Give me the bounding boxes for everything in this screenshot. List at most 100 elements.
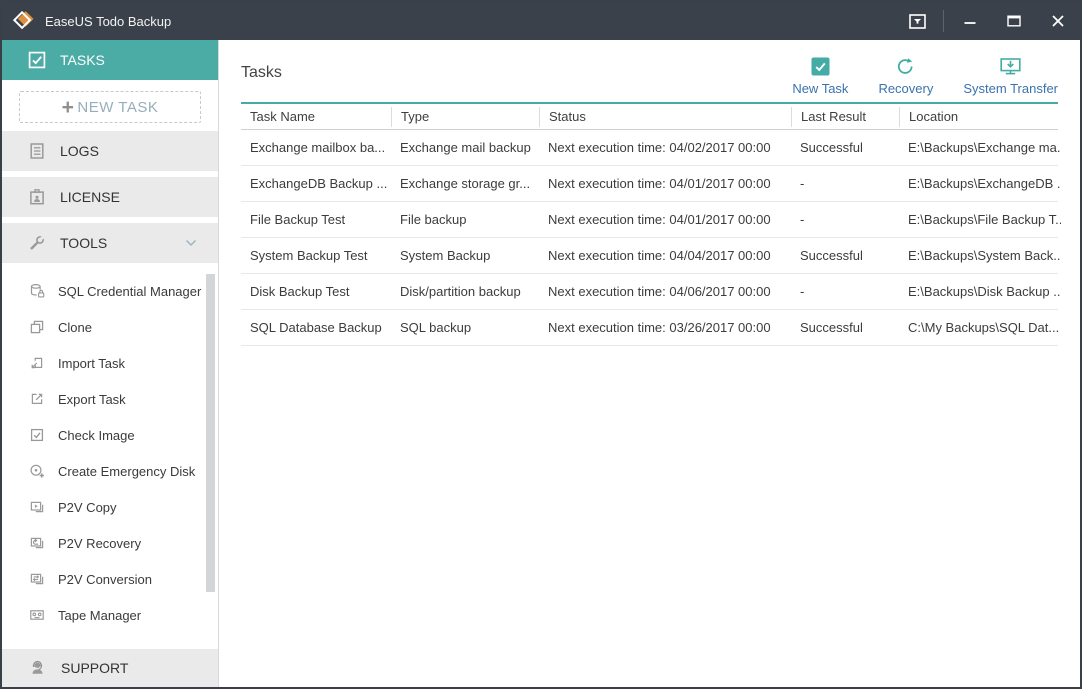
cell-location: E:\Backups\ExchangeDB ... bbox=[899, 176, 1061, 191]
new-task-button-label: NEW TASK bbox=[77, 99, 158, 116]
tool-item-tape-manager[interactable]: Tape Manager bbox=[2, 597, 218, 633]
tool-label: Create Emergency Disk bbox=[58, 464, 195, 479]
column-header-status[interactable]: Status bbox=[539, 107, 791, 127]
cell-last-result: - bbox=[791, 212, 899, 227]
header-actions: New Task Recovery bbox=[792, 51, 1058, 96]
sidebar-item-logs[interactable]: LOGS bbox=[2, 131, 218, 171]
check-image-icon bbox=[29, 427, 45, 443]
sidebar-item-license[interactable]: LICENSE bbox=[2, 177, 218, 217]
cell-last-result: Successful bbox=[791, 320, 899, 335]
sidebar-support-label: SUPPORT bbox=[61, 660, 128, 676]
cell-status: Next execution time: 04/01/2017 00:00 bbox=[539, 212, 791, 227]
close-button[interactable] bbox=[1036, 2, 1080, 40]
tool-label: Export Task bbox=[58, 392, 126, 407]
sidebar-item-support[interactable]: SUPPORT bbox=[2, 649, 218, 687]
page-title: Tasks bbox=[241, 64, 282, 82]
column-header-task-name[interactable]: Task Name bbox=[241, 107, 391, 127]
logs-icon bbox=[28, 142, 46, 160]
column-header-last-result[interactable]: Last Result bbox=[791, 107, 899, 127]
table-row[interactable]: Exchange mailbox ba... Exchange mail bac… bbox=[241, 130, 1058, 166]
table-row[interactable]: System Backup Test System Backup Next ex… bbox=[241, 238, 1058, 274]
tool-label: P2V Conversion bbox=[58, 572, 152, 587]
import-task-icon bbox=[29, 355, 45, 371]
cell-task-name: File Backup Test bbox=[241, 212, 391, 227]
tool-item-export-task[interactable]: Export Task bbox=[2, 381, 218, 417]
tool-item-import-task[interactable]: Import Task bbox=[2, 345, 218, 381]
support-headset-icon bbox=[28, 659, 47, 677]
tape-manager-icon bbox=[29, 607, 45, 623]
cell-status: Next execution time: 03/26/2017 00:00 bbox=[539, 320, 791, 335]
cell-task-name: SQL Database Backup bbox=[241, 320, 391, 335]
cell-type: Disk/partition backup bbox=[391, 284, 539, 299]
recovery-action-button[interactable]: Recovery bbox=[878, 57, 933, 96]
main-header: Tasks New Task bbox=[241, 40, 1058, 102]
table-header: Task Name Type Status Last Result Locati… bbox=[241, 102, 1058, 130]
maximize-button[interactable] bbox=[992, 2, 1036, 40]
tools-wrench-icon bbox=[28, 234, 46, 252]
sidebar-item-tools[interactable]: TOOLS bbox=[2, 223, 218, 263]
app-logo-icon bbox=[12, 9, 36, 33]
tool-item-sql-credential-manager[interactable]: SQL Credential Manager bbox=[2, 273, 218, 309]
system-transfer-icon bbox=[1000, 57, 1021, 76]
minimize-button[interactable] bbox=[948, 2, 992, 40]
new-task-icon bbox=[811, 57, 830, 76]
tool-item-p2v-copy[interactable]: P2V Copy bbox=[2, 489, 218, 525]
emergency-disk-icon bbox=[29, 463, 45, 479]
cell-last-result: - bbox=[791, 284, 899, 299]
tasks-table: Task Name Type Status Last Result Locati… bbox=[241, 102, 1058, 346]
table-row[interactable]: SQL Database Backup SQL backup Next exec… bbox=[241, 310, 1058, 346]
tool-item-p2v-recovery[interactable]: P2V Recovery bbox=[2, 525, 218, 561]
tool-label: Check Image bbox=[58, 428, 135, 443]
tool-item-clone[interactable]: Clone bbox=[2, 309, 218, 345]
main-content: Tasks New Task bbox=[219, 40, 1080, 687]
tool-item-check-image[interactable]: Check Image bbox=[2, 417, 218, 453]
sidebar-logs-label: LOGS bbox=[60, 143, 99, 159]
new-task-action-button[interactable]: New Task bbox=[792, 57, 848, 96]
cell-location: E:\Backups\File Backup T... bbox=[899, 212, 1061, 227]
table-row[interactable]: ExchangeDB Backup ... Exchange storage g… bbox=[241, 166, 1058, 202]
column-header-location[interactable]: Location bbox=[899, 107, 1061, 127]
new-task-action-label: New Task bbox=[792, 81, 848, 96]
menu-dropdown-button[interactable] bbox=[895, 2, 939, 40]
table-row[interactable]: File Backup Test File backup Next execut… bbox=[241, 202, 1058, 238]
cell-type: Exchange storage gr... bbox=[391, 176, 539, 191]
sidebar: TASKS + NEW TASK LOGS bbox=[2, 40, 219, 687]
chevron-down-icon bbox=[184, 238, 198, 248]
titlebar-separator bbox=[943, 10, 944, 32]
cell-task-name: Disk Backup Test bbox=[241, 284, 391, 299]
cell-location: C:\My Backups\SQL Dat... bbox=[899, 320, 1061, 335]
titlebar-actions bbox=[895, 2, 1080, 40]
recovery-icon bbox=[896, 57, 915, 76]
tool-label: P2V Recovery bbox=[58, 536, 141, 551]
sidebar-scrollbar-thumb[interactable] bbox=[206, 274, 215, 592]
tool-item-create-emergency-disk[interactable]: Create Emergency Disk bbox=[2, 453, 218, 489]
p2v-copy-icon bbox=[29, 499, 45, 515]
cell-type: SQL backup bbox=[391, 320, 539, 335]
table-body: Exchange mailbox ba... Exchange mail bac… bbox=[241, 130, 1058, 346]
tool-item-p2v-conversion[interactable]: P2V Conversion bbox=[2, 561, 218, 597]
system-transfer-action-button[interactable]: System Transfer bbox=[963, 57, 1058, 96]
tools-list: SQL Credential Manager Clone bbox=[2, 269, 218, 633]
sidebar-item-tasks[interactable]: TASKS bbox=[2, 40, 218, 80]
column-header-type[interactable]: Type bbox=[391, 107, 539, 127]
tool-label: P2V Copy bbox=[58, 500, 117, 515]
table-row[interactable]: Disk Backup Test Disk/partition backup N… bbox=[241, 274, 1058, 310]
new-task-button[interactable]: + NEW TASK bbox=[19, 91, 201, 123]
system-transfer-action-label: System Transfer bbox=[963, 81, 1058, 96]
maximize-icon bbox=[1007, 15, 1021, 27]
sidebar-tools-label: TOOLS bbox=[60, 235, 107, 251]
clone-icon bbox=[29, 319, 45, 335]
cell-type: File backup bbox=[391, 212, 539, 227]
cell-location: E:\Backups\System Back... bbox=[899, 248, 1061, 263]
cell-location: E:\Backups\Disk Backup ... bbox=[899, 284, 1061, 299]
p2v-conversion-icon bbox=[29, 571, 45, 587]
sidebar-tasks-label: TASKS bbox=[60, 52, 105, 68]
tool-label: SQL Credential Manager bbox=[58, 284, 201, 299]
window-title: EaseUS Todo Backup bbox=[45, 14, 171, 29]
tasks-checkbox-icon bbox=[28, 51, 46, 69]
cell-status: Next execution time: 04/04/2017 00:00 bbox=[539, 248, 791, 263]
tool-label: Import Task bbox=[58, 356, 125, 371]
p2v-recovery-icon bbox=[29, 535, 45, 551]
cell-status: Next execution time: 04/01/2017 00:00 bbox=[539, 176, 791, 191]
cell-type: Exchange mail backup bbox=[391, 140, 539, 155]
